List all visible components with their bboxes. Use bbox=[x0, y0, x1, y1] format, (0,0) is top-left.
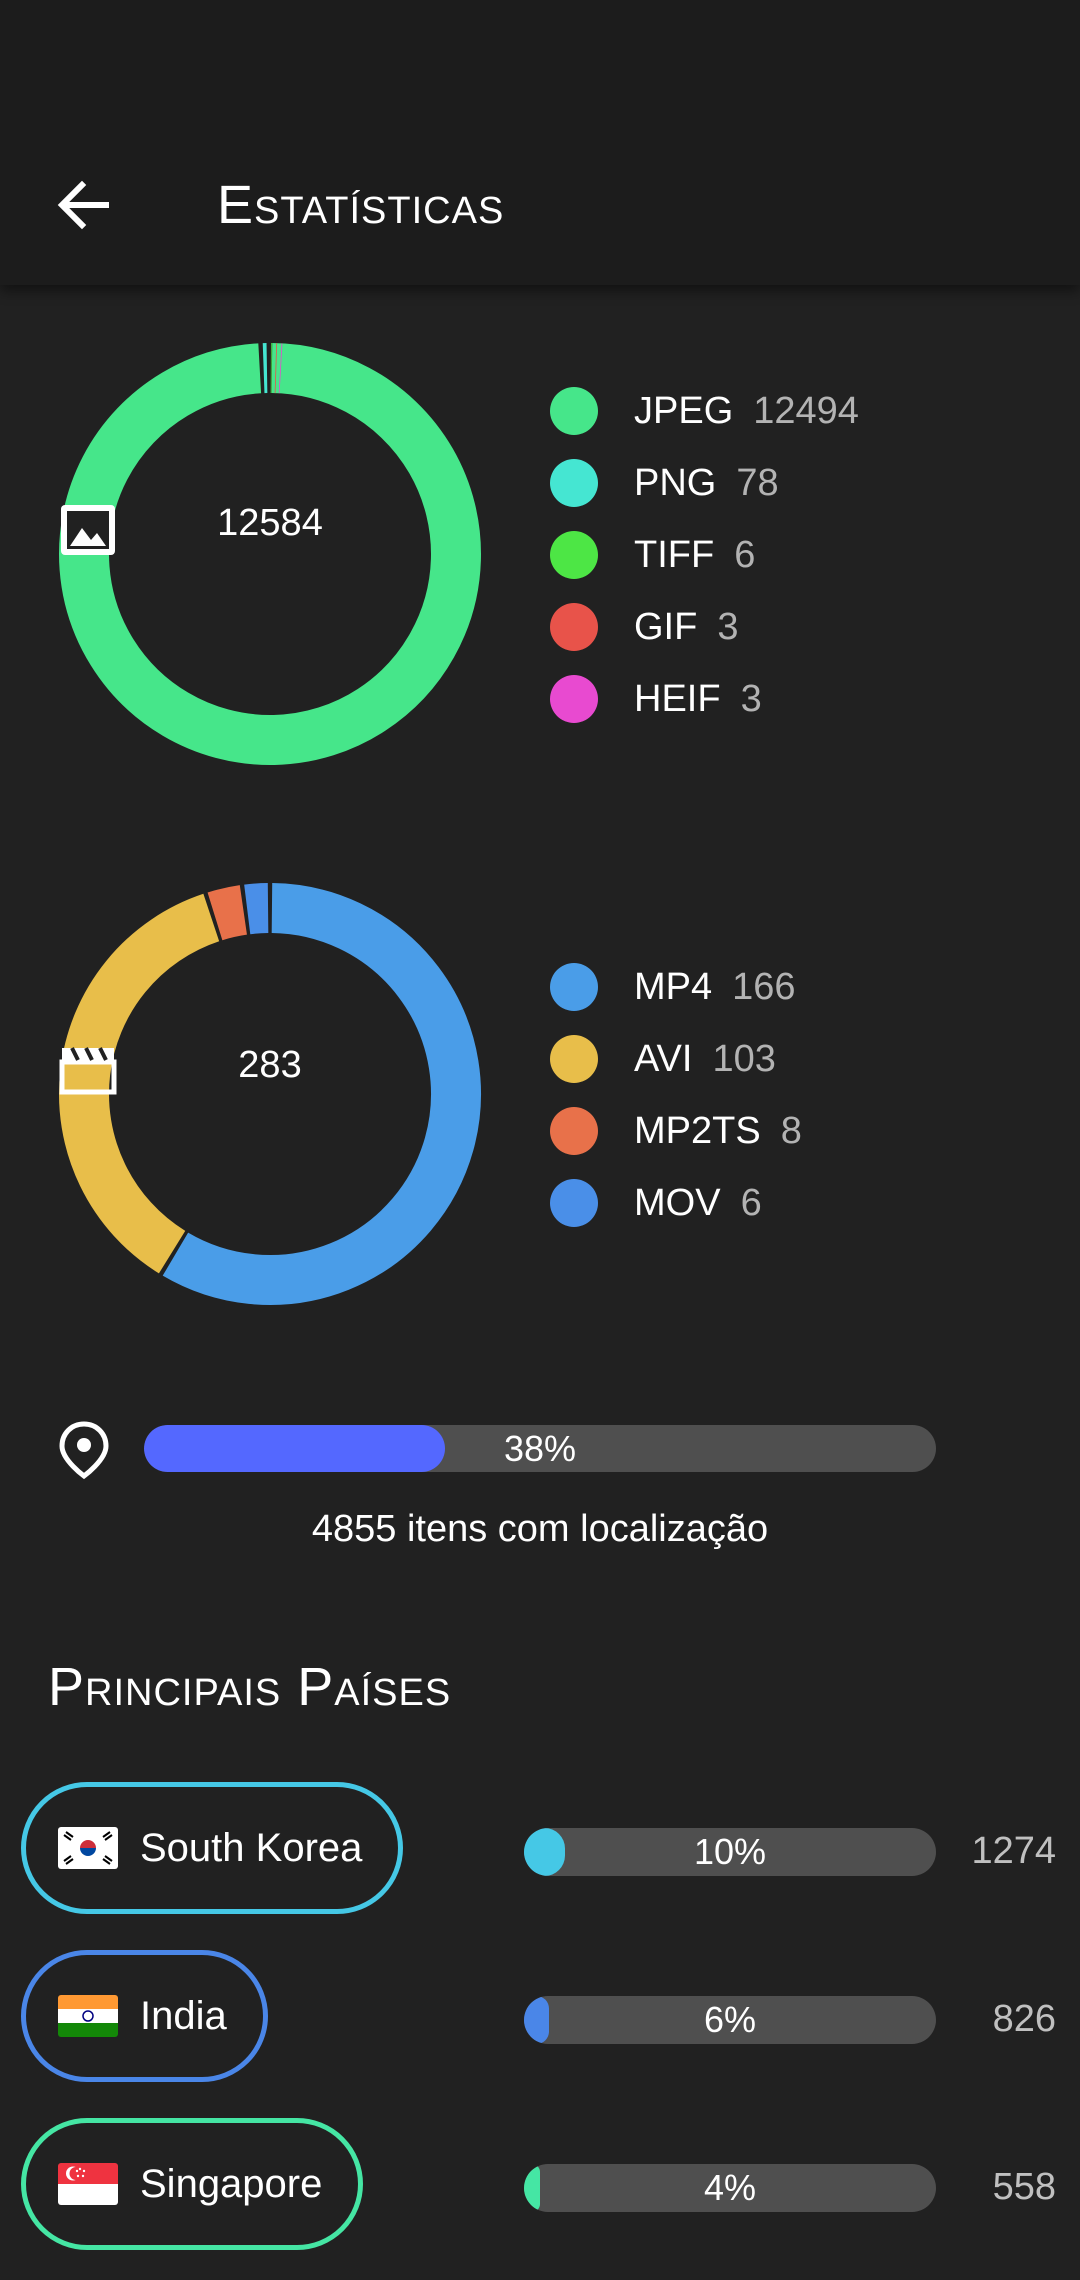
south-korea-flag-icon bbox=[58, 1827, 118, 1869]
country-chip-india[interactable]: India bbox=[21, 1950, 268, 2082]
country-count: 826 bbox=[992, 1998, 1056, 2040]
video-donut-center: 283 bbox=[58, 1044, 482, 1095]
country-count: 558 bbox=[992, 2166, 1056, 2208]
legend-item-jpeg: JPEG 12494 bbox=[550, 375, 859, 447]
country-progress-bar: 4% bbox=[524, 2164, 936, 2212]
legend-dot bbox=[550, 1035, 598, 1083]
legend-dot bbox=[550, 459, 598, 507]
legend-dot bbox=[550, 1107, 598, 1155]
image-donut-chart bbox=[59, 343, 481, 765]
singapore-flag-icon bbox=[58, 2163, 118, 2205]
country-name: India bbox=[140, 1993, 227, 2038]
india-flag-icon bbox=[58, 1995, 118, 2037]
image-total: 12584 bbox=[217, 502, 323, 544]
legend-item-tiff: TIFF 6 bbox=[550, 519, 859, 591]
video-types-donut[interactable]: 283 bbox=[58, 882, 482, 1306]
app-bar: Estatísticas bbox=[0, 0, 1080, 285]
location-caption: 4855 itens com localização bbox=[311, 1508, 769, 1550]
legend-dot bbox=[550, 531, 598, 579]
location-progress-bar: 38% bbox=[144, 1425, 936, 1472]
image-donut-center: 12584 bbox=[58, 502, 482, 555]
legend-dot bbox=[550, 387, 598, 435]
legend-dot bbox=[550, 675, 598, 723]
arrow-back-icon bbox=[57, 180, 109, 230]
back-button[interactable] bbox=[44, 165, 124, 245]
legend-item-mp2ts: MP2TS 8 bbox=[550, 1095, 802, 1167]
video-total: 283 bbox=[238, 1044, 302, 1086]
video-slice-mov bbox=[244, 883, 269, 935]
country-progress-bar: 6% bbox=[524, 1996, 936, 2044]
legend-dot bbox=[550, 603, 598, 651]
legend-dot bbox=[550, 1179, 598, 1227]
legend-item-gif: GIF 3 bbox=[550, 591, 859, 663]
location-pin-icon bbox=[56, 1420, 112, 1480]
image-legend: JPEG 12494 PNG 78 TIFF 6 GIF 3 HEIF 3 bbox=[550, 375, 859, 735]
image-icon bbox=[61, 505, 115, 555]
country-name: Singapore bbox=[140, 2161, 323, 2206]
location-percent: 38% bbox=[503, 1427, 577, 1469]
country-chip-south-korea[interactable]: South Korea bbox=[21, 1782, 404, 1914]
image-slice-jpeg bbox=[59, 343, 481, 765]
image-types-donut[interactable]: 12584 bbox=[58, 342, 482, 766]
video-slice-mp4 bbox=[162, 883, 481, 1305]
legend-item-png: PNG 78 bbox=[550, 447, 859, 519]
legend-item-heif: HEIF 3 bbox=[550, 663, 859, 735]
country-progress-bar: 10% bbox=[524, 1828, 936, 1876]
country-percent: 4% bbox=[703, 2167, 757, 2208]
legend-dot bbox=[550, 963, 598, 1011]
legend-item-mp4: MP4 166 bbox=[550, 951, 802, 1023]
countries-section-title: Principais Países bbox=[48, 1657, 452, 1717]
clapperboard-icon bbox=[59, 1047, 117, 1095]
video-donut-chart bbox=[59, 883, 481, 1305]
country-percent: 6% bbox=[703, 1999, 757, 2040]
country-chip-singapore[interactable]: Singapore bbox=[21, 2118, 364, 2250]
video-legend: MP4 166 AVI 103 MP2TS 8 MOV 6 bbox=[550, 951, 802, 1239]
country-name: South Korea bbox=[140, 1825, 363, 1870]
legend-item-avi: AVI 103 bbox=[550, 1023, 802, 1095]
country-count: 1274 bbox=[971, 1830, 1056, 1872]
legend-item-mov: MOV 6 bbox=[550, 1167, 802, 1239]
video-slice-mp2ts bbox=[207, 885, 248, 941]
country-percent: 10% bbox=[693, 1831, 767, 1872]
page-title: Estatísticas bbox=[217, 175, 505, 235]
